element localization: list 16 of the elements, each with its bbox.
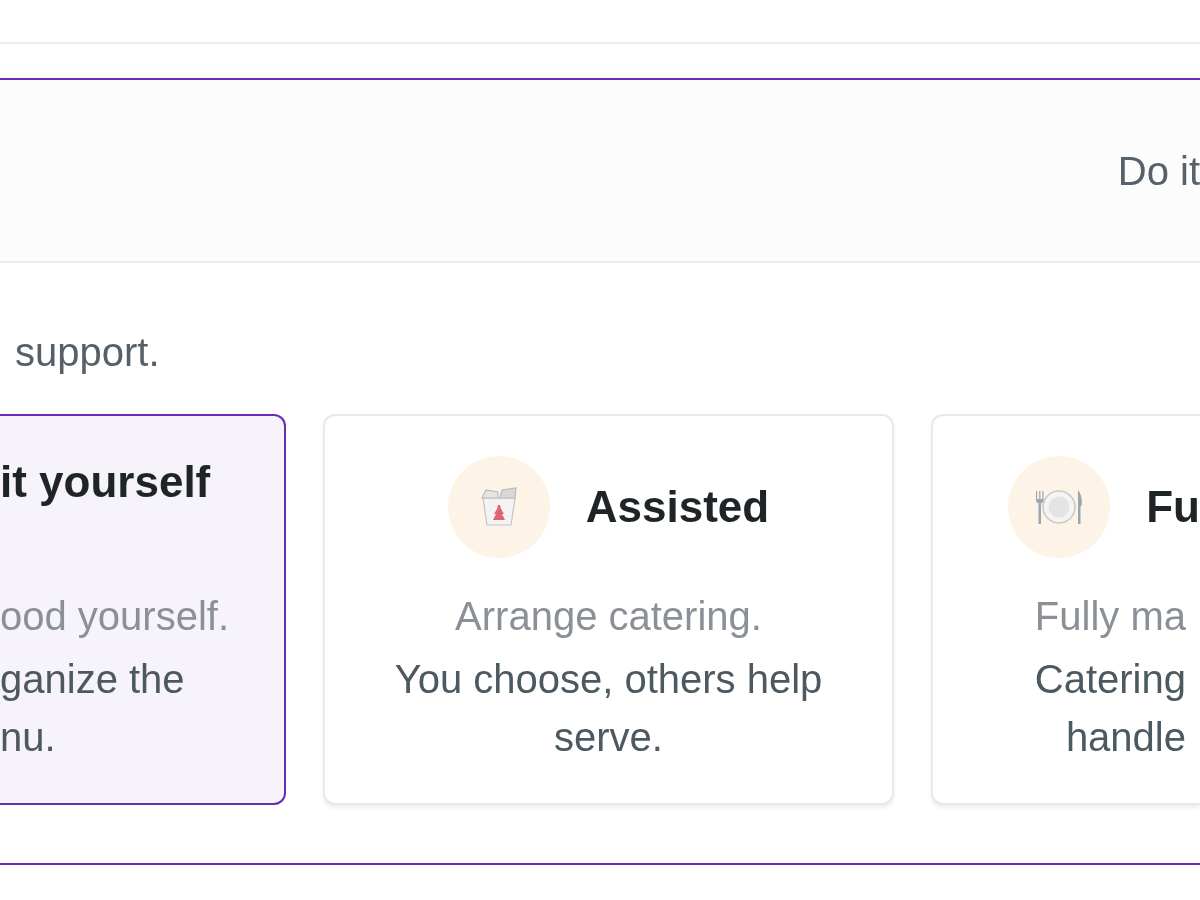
option-subtitle: Fully ma bbox=[1033, 593, 1187, 640]
option-title: Assisted bbox=[585, 480, 770, 533]
option-title: it yourself bbox=[0, 456, 211, 508]
option-description: You choose, others help serve. bbox=[393, 656, 824, 761]
plate-with-cutlery-icon bbox=[1008, 456, 1111, 558]
takeout-box-icon bbox=[447, 456, 550, 558]
option-card[interactable]: it yourself ood yourself. ganize the nu. bbox=[0, 414, 286, 805]
option-description: ganize the nu. bbox=[0, 656, 186, 761]
option-title: Fu bbox=[1146, 480, 1200, 533]
header-title: Do it bbox=[1117, 147, 1200, 195]
option-description: Catering handle bbox=[1033, 656, 1187, 761]
option-card[interactable]: Fu Fully ma Catering handle bbox=[931, 414, 1200, 805]
option-subtitle: ood yourself. bbox=[0, 593, 231, 640]
option-subtitle: Arrange catering. bbox=[454, 593, 763, 640]
option-card[interactable]: Assisted Arrange catering. You choose, others help serve. bbox=[323, 414, 894, 805]
intro-text: support. bbox=[15, 329, 161, 376]
